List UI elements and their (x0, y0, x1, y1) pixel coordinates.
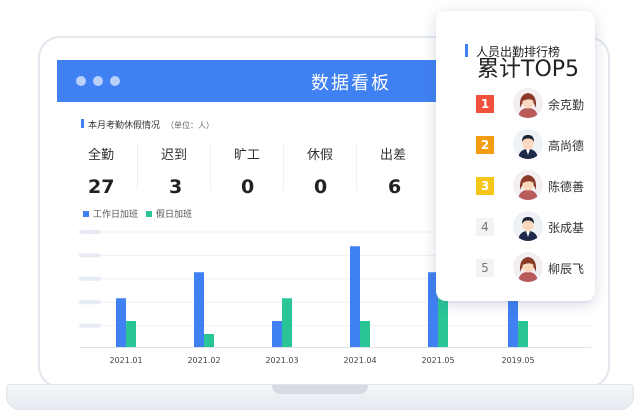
laptop-notch (272, 385, 368, 394)
stat-absent: 旷工 0 (234, 144, 294, 198)
rank-badge: 4 (476, 218, 494, 236)
y-axis-tick-mark (79, 300, 101, 305)
ranking-row[interactable]: 4 张成基 (476, 211, 606, 241)
y-axis-tick-mark (79, 323, 101, 328)
ranking-name: 陈德善 (548, 180, 585, 194)
female-avatar-icon (513, 252, 543, 282)
stat-value: 6 (388, 176, 402, 198)
ranking-name: 余克勤 (548, 98, 585, 112)
legend-swatch (146, 211, 152, 217)
y-axis-tick-mark (79, 230, 101, 234)
female-avatar-icon (513, 170, 543, 200)
x-tick-label: 2019.05 (501, 356, 534, 365)
stat-value: 0 (241, 176, 255, 198)
stats-unit-text: （单位：人） (166, 121, 215, 130)
male-avatar-icon (513, 211, 543, 241)
stat-label: 迟到 (161, 148, 188, 163)
bar-holiday-overtime[interactable] (282, 298, 292, 347)
bar-holiday-overtime[interactable] (360, 321, 370, 347)
ranking-row[interactable]: 1 余克勤 (476, 88, 606, 118)
stage: 数据看板 本月考勤休假情况 （单位：人） 全勤 27 迟到 3 旷工 0 休假 0… (0, 0, 640, 415)
stat-label: 休假 (307, 148, 334, 163)
window-dot-icon[interactable] (110, 76, 120, 86)
x-tick-label: 2021.04 (343, 356, 376, 365)
stats-title-text: 本月考勤休假情况 (88, 121, 161, 131)
bar-holiday-overtime[interactable] (204, 334, 214, 347)
bar-weekday-overtime[interactable] (272, 321, 282, 347)
stat-value: 3 (169, 176, 183, 198)
ranking-name: 高尚德 (548, 139, 585, 153)
ranking-subtitle: 累计TOP5 (477, 57, 580, 82)
stat-business-trip: 出差 6 (380, 144, 440, 198)
stat-value: 27 (88, 176, 115, 198)
window-dot-icon[interactable] (93, 76, 103, 86)
x-tick-label: 2021.02 (187, 356, 220, 365)
stat-divider (283, 144, 284, 190)
y-axis-tick-mark (79, 253, 101, 258)
bar-holiday-overtime[interactable] (438, 298, 448, 347)
stat-divider (210, 144, 211, 190)
legend-label: 工作日加班 (93, 210, 139, 220)
bar-weekday-overtime[interactable] (194, 272, 204, 347)
x-tick-label: 2021.01 (109, 356, 142, 365)
stat-label: 旷工 (234, 148, 261, 163)
legend-label: 假日加班 (156, 210, 193, 220)
ranking-row[interactable]: 5 柳辰飞 (476, 252, 606, 282)
ranking-row[interactable]: 3 陈德善 (476, 170, 606, 200)
bar-weekday-overtime[interactable] (350, 246, 360, 347)
bar-weekday-overtime[interactable] (116, 298, 126, 347)
window-title: 数据看板 (311, 73, 391, 94)
stats-section-title: 本月考勤休假情况 （单位：人） (81, 118, 214, 131)
x-tick-label: 2021.03 (265, 356, 298, 365)
stat-value: 0 (314, 176, 328, 198)
x-tick-label: 2021.05 (421, 356, 454, 365)
stat-label: 全勤 (88, 148, 115, 163)
bar-holiday-overtime[interactable] (126, 321, 136, 347)
legend-item-holiday: 假日加班 (146, 207, 192, 220)
legend-swatch (83, 211, 89, 217)
stat-late: 迟到 3 (161, 144, 221, 198)
rank-badge: 3 (476, 177, 494, 195)
ranking-name: 张成基 (548, 221, 585, 235)
y-axis-tick-mark (79, 276, 101, 281)
male-avatar-icon (513, 129, 543, 159)
ranking-marker (465, 44, 468, 57)
stat-leave: 休假 0 (307, 144, 367, 198)
rank-badge: 2 (476, 136, 494, 154)
bar-holiday-overtime[interactable] (518, 321, 528, 347)
stat-divider (356, 144, 357, 190)
ranking-row[interactable]: 2 高尚德 (476, 129, 606, 159)
legend-item-weekday: 工作日加班 (83, 207, 138, 220)
female-avatar-icon (513, 88, 543, 118)
window-dot-icon[interactable] (76, 76, 86, 86)
rank-badge: 5 (476, 259, 494, 277)
ranking-name: 柳辰飞 (548, 262, 585, 276)
rank-badge: 1 (476, 95, 494, 113)
stat-divider (137, 144, 138, 190)
stat-full-attendance: 全勤 27 (88, 144, 148, 198)
stat-label: 出差 (380, 148, 407, 163)
